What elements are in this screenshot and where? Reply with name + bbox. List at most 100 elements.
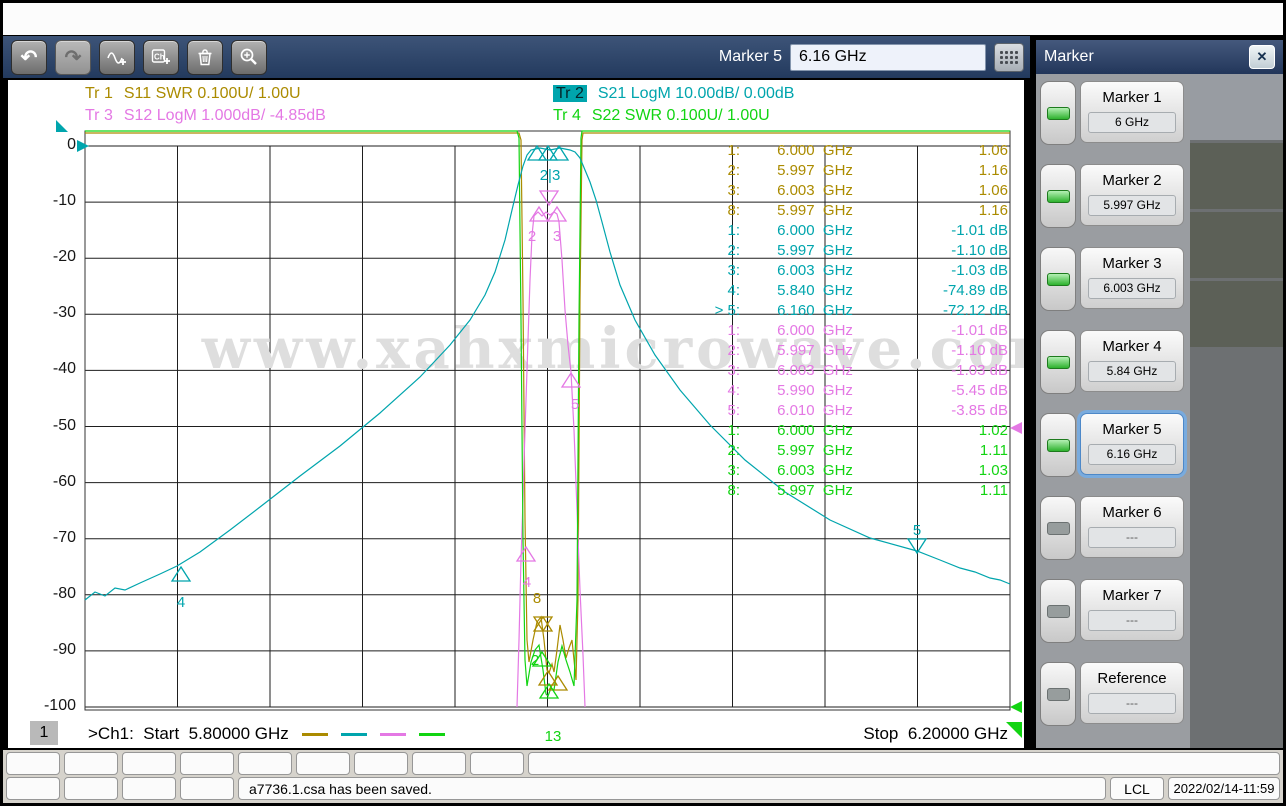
channel-tab[interactable]: 1 xyxy=(30,721,58,745)
marker-readout-row: 5: 6.010 GHz -3.85 dB xyxy=(682,401,1010,421)
status-button[interactable] xyxy=(122,752,176,775)
status-button[interactable] xyxy=(180,752,234,775)
marker-readout-value: -1.03 dB xyxy=(951,362,1008,379)
status-button[interactable] xyxy=(122,777,176,800)
marker-toggle-button[interactable] xyxy=(1040,413,1076,477)
marker-toggle-button[interactable] xyxy=(1040,81,1076,145)
status-button[interactable] xyxy=(64,777,118,800)
status-button[interactable] xyxy=(64,752,118,775)
panel-body: Marker 1 6 GHz Marker 2 5.997 GHz Marker… xyxy=(1036,74,1283,748)
marker-button[interactable]: Marker 3 6.003 GHz xyxy=(1080,247,1184,309)
undo-button[interactable]: ↶ xyxy=(11,39,47,75)
panel-tab[interactable] xyxy=(1190,74,1283,140)
trace4-header[interactable]: Tr 4 S22 SWR 0.100U/ 1.00U xyxy=(553,107,770,125)
marker-button[interactable]: Marker 5 6.16 GHz xyxy=(1080,413,1184,475)
marker-readout-number: 8: xyxy=(727,202,740,219)
y-axis-label: -80 xyxy=(52,584,76,602)
status-button[interactable] xyxy=(180,777,234,800)
plot-area: www.xahxmicrowave.com 2|3 4 5 2 3 4 5 8 2 13 Tr 1S… xyxy=(8,80,1024,748)
trace4-number: Tr 4 xyxy=(553,107,581,124)
marker-row: Marker 1 6 GHz xyxy=(1040,81,1190,145)
marker-button-value: 6.003 GHz xyxy=(1088,278,1176,299)
keypad-button[interactable] xyxy=(994,42,1024,72)
marker-readout-row: 2: 5.997 GHz 1.16 xyxy=(682,161,1010,181)
marker-readout-number: > 5: xyxy=(714,302,740,319)
status-button[interactable] xyxy=(296,752,350,775)
marker-readout-value: -1.10 dB xyxy=(951,342,1008,359)
menu-item[interactable] xyxy=(3,3,31,35)
reference-level-arrow xyxy=(77,140,89,152)
marker-row: Marker 2 5.997 GHz xyxy=(1040,164,1190,228)
marker-frequency-input[interactable] xyxy=(790,43,986,71)
add-trace-button[interactable] xyxy=(99,39,135,75)
panel-tab[interactable] xyxy=(1190,143,1283,209)
status-button[interactable] xyxy=(412,752,466,775)
marker-readout-frequency: 5.840 GHz xyxy=(777,282,853,299)
marker-readout-row: 4: 5.990 GHz -5.45 dB xyxy=(682,381,1010,401)
toolbar: ↶ ↷ Ch Marker 5 6.16 GHz xyxy=(3,36,1030,78)
marker-button[interactable]: Reference --- xyxy=(1080,662,1184,724)
trace3-header[interactable]: Tr 3 S12 LogM 1.000dB/ -4.85dB xyxy=(85,107,326,125)
menu-item[interactable] xyxy=(143,3,171,35)
marker-button[interactable]: Marker 2 5.997 GHz xyxy=(1080,164,1184,226)
menu-item[interactable] xyxy=(31,3,59,35)
trace1-header[interactable]: Tr 1 S11 SWR 0.100U/ 1.00U xyxy=(85,85,301,103)
marker-number-label: 5 xyxy=(571,396,579,413)
status-button[interactable] xyxy=(354,752,408,775)
marker-symbol xyxy=(538,190,560,207)
marker-readout-value: -3.85 dB xyxy=(951,402,1008,419)
marker-readout-number: 8: xyxy=(727,482,740,499)
trace3-number: Tr 3 xyxy=(85,107,113,124)
marker-button[interactable]: Marker 1 6 GHz xyxy=(1080,81,1184,143)
status-button[interactable] xyxy=(470,752,524,775)
marker-button[interactable]: Marker 6 --- xyxy=(1080,496,1184,558)
marker-readout-row: 3: 6.003 GHz 1.03 xyxy=(682,461,1010,481)
menu-item[interactable] xyxy=(87,3,115,35)
trace2-number: Tr 2 xyxy=(553,85,587,102)
status-button[interactable] xyxy=(238,752,292,775)
start-frequency-text: >Ch1: Start 5.80000 GHz xyxy=(88,724,289,743)
y-axis-label: -100 xyxy=(43,697,76,714)
reference-level-arrow xyxy=(1010,701,1022,713)
marker-toggle-button[interactable] xyxy=(1040,496,1076,560)
status-button[interactable] xyxy=(6,752,60,775)
panel-tab[interactable] xyxy=(1190,212,1283,278)
marker-readout-value: 1.03 xyxy=(978,462,1008,479)
marker-readout-number: 1: xyxy=(727,142,740,159)
zoom-button[interactable] xyxy=(231,39,267,75)
y-axis-label: 0 xyxy=(67,136,76,153)
marker-readout-number: 1: xyxy=(727,422,740,439)
marker-button-label: Marker 5 xyxy=(1102,421,1162,438)
marker-toggle-button[interactable] xyxy=(1040,164,1076,228)
marker-button[interactable]: Marker 4 5.84 GHz xyxy=(1080,330,1184,392)
reference-level-arrow xyxy=(1010,422,1022,434)
marker-readout-value: -1.01 dB xyxy=(951,322,1008,339)
marker-readout-row: 2: 5.997 GHz -1.10 dB xyxy=(682,241,1010,261)
marker-readout-row: > 5: 6.160 GHz -72.12 dB xyxy=(682,301,1010,321)
marker-readout-number: 3: xyxy=(727,362,740,379)
marker-button[interactable]: Marker 7 --- xyxy=(1080,579,1184,641)
toggle-led xyxy=(1046,272,1070,286)
undo-icon: ↶ xyxy=(20,46,38,69)
marker-toggle-button[interactable] xyxy=(1040,247,1076,311)
menu-item[interactable] xyxy=(59,3,87,35)
marker-readout-value: -72.12 dB xyxy=(942,302,1008,319)
marker-readout-frequency: 6.003 GHz xyxy=(777,262,853,279)
panel-close-button[interactable]: ✕ xyxy=(1249,45,1275,69)
delete-button[interactable] xyxy=(187,39,223,75)
lcl-button[interactable]: LCL xyxy=(1110,777,1164,800)
menu-item[interactable] xyxy=(115,3,143,35)
add-channel-button[interactable]: Ch xyxy=(143,39,179,75)
marker-row: Marker 6 --- xyxy=(1040,496,1190,560)
panel-tab[interactable] xyxy=(1190,281,1283,347)
y-axis-label: -10 xyxy=(52,192,76,210)
marker-readout-frequency: 5.990 GHz xyxy=(777,382,853,399)
marker-toggle-button[interactable] xyxy=(1040,579,1076,643)
status-button[interactable] xyxy=(6,777,60,800)
marker-readout-value: -1.01 dB xyxy=(951,222,1008,239)
vna-application-window: ↶ ↷ Ch Marker 5 6.16 GHz www.xahxmicrowa… xyxy=(0,0,1286,806)
redo-button[interactable]: ↷ xyxy=(55,39,91,75)
marker-toggle-button[interactable] xyxy=(1040,330,1076,394)
trace2-header[interactable]: Tr 2 S21 LogM 10.00dB/ 0.00dB xyxy=(553,85,794,103)
marker-toggle-button[interactable] xyxy=(1040,662,1076,726)
